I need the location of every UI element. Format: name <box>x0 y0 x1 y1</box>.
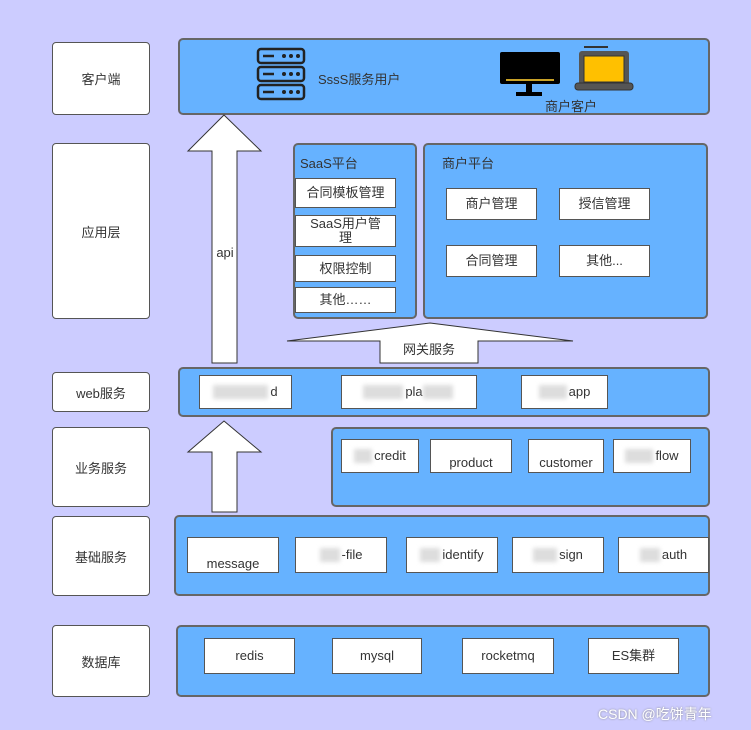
database: rocketmq <box>462 638 554 674</box>
merchant-item: 合同管理 <box>446 245 537 277</box>
merchant-item: 授信管理 <box>559 188 650 220</box>
api-arrow <box>186 114 263 364</box>
saas-item: 合同模板管理 <box>295 178 396 208</box>
database: ES集群 <box>588 638 679 674</box>
layer-label-db: 数据库 <box>52 625 150 697</box>
base-service-label: auth <box>661 547 688 562</box>
layer-label-business: 业务服务 <box>52 427 150 507</box>
web-service-label: app <box>568 384 591 399</box>
business-service-label: credit <box>374 448 406 463</box>
monitor-icon <box>500 52 560 96</box>
base-service-label: sign <box>559 547 583 562</box>
base-service: identify <box>406 537 498 573</box>
up-arrow <box>186 420 263 513</box>
layer-label-client: 客户端 <box>52 42 150 115</box>
base-service: sign <box>512 537 604 573</box>
base-service: auth <box>618 537 709 573</box>
business-service: flow <box>613 439 691 473</box>
base-service: -file <box>295 537 387 573</box>
web-service: pla <box>341 375 477 409</box>
merchant-platform-title: 商户平台 <box>442 156 495 171</box>
merchant-item: 其他... <box>559 245 650 277</box>
business-service: product <box>430 439 512 473</box>
api-label: api <box>216 245 234 260</box>
business-service: credit <box>341 439 419 473</box>
web-service-label: pla <box>405 384 423 399</box>
web-service: app <box>521 375 608 409</box>
watermark: CSDN @吃饼青年 <box>598 706 712 722</box>
saas-item: SaaS用户管理 <box>295 215 396 247</box>
saas-users-label: SssS服务用户 <box>318 72 401 87</box>
saas-item: 其他…… <box>295 287 396 313</box>
business-service: customer <box>528 439 604 473</box>
web-service: d <box>199 375 292 409</box>
base-service-label: identify <box>442 547 484 562</box>
layer-label-app: 应用层 <box>52 143 150 319</box>
laptop-icon <box>574 46 634 91</box>
merchant-clients-label: 商户客户 <box>545 99 598 114</box>
base-service: message <box>187 537 279 573</box>
server-icon <box>256 47 306 101</box>
layer-label-web: web服务 <box>52 372 150 412</box>
base-service-label: -file <box>341 547 363 562</box>
merchant-item: 商户管理 <box>446 188 537 220</box>
database: mysql <box>332 638 422 674</box>
layer-label-base: 基础服务 <box>52 516 150 596</box>
business-service-label: flow <box>655 448 679 463</box>
gateway-label: 网关服务 <box>402 342 455 357</box>
saas-item: 权限控制 <box>295 255 396 282</box>
saas-platform-title: SaaS平台 <box>300 156 358 171</box>
web-service-label: d <box>270 384 278 399</box>
database: redis <box>204 638 295 674</box>
